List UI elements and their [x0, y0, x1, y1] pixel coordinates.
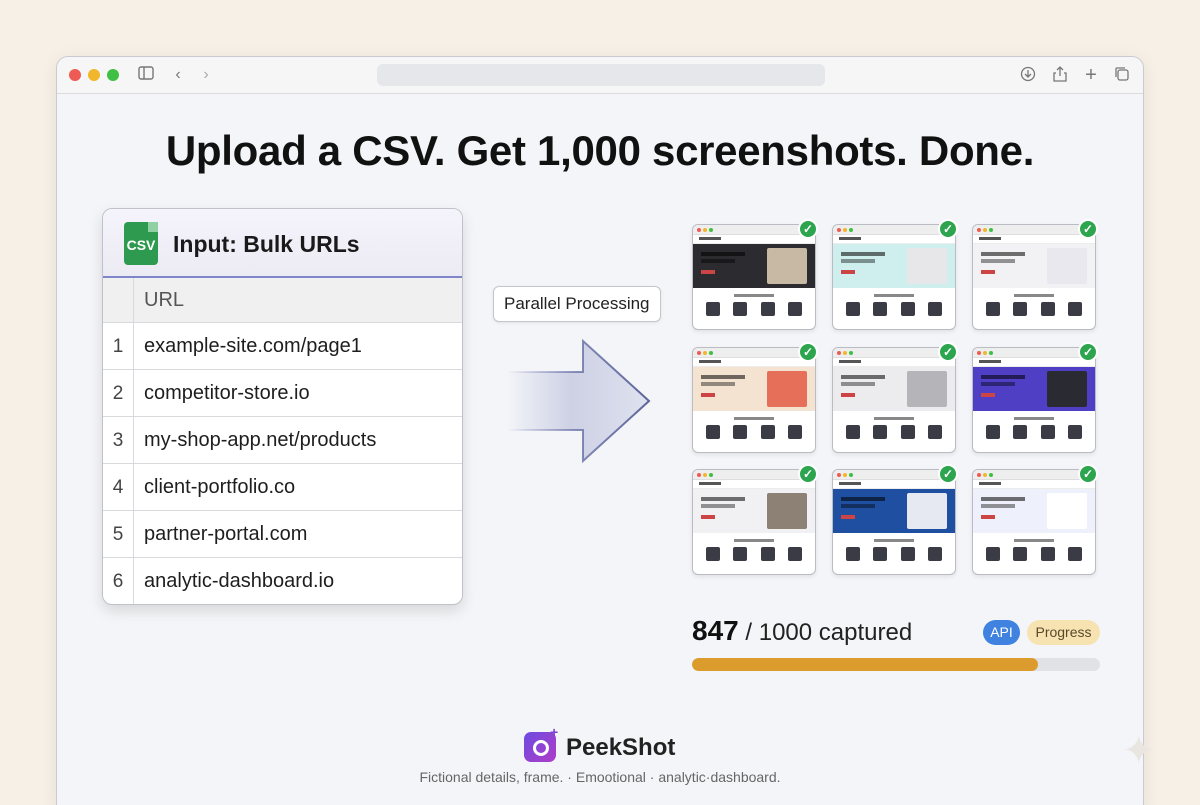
new-tab-icon[interactable]: +: [1082, 65, 1100, 85]
table-row[interactable]: 2 competitor-store.io: [103, 370, 462, 417]
screenshot-thumbnail[interactable]: [832, 224, 956, 330]
check-icon: ✓: [938, 464, 958, 484]
progress-bar-fill: [692, 658, 1038, 671]
input-csv-card: CSV Input: Bulk URLs URL 1 example-site.…: [102, 208, 463, 605]
capture-counter: 847 / 1000 captured: [692, 615, 912, 647]
check-icon: ✓: [938, 219, 958, 239]
table-row[interactable]: 5 partner-portal.com: [103, 511, 462, 558]
row-number: 3: [103, 417, 134, 463]
card-title: Input: Bulk URLs: [173, 231, 360, 257]
screenshot-thumbnail[interactable]: [832, 469, 956, 575]
table-header-row: URL: [103, 278, 462, 323]
check-icon: ✓: [1078, 342, 1098, 362]
card-header: CSV Input: Bulk URLs: [103, 209, 462, 278]
screenshot-thumbnail[interactable]: [832, 347, 956, 453]
check-icon: ✓: [1078, 219, 1098, 239]
csv-file-icon: CSV: [124, 222, 158, 265]
table-row[interactable]: 6 analytic-dashboard.io: [103, 558, 462, 604]
sidebar-icon[interactable]: [137, 66, 155, 84]
table-row[interactable]: 4 client-portfolio.co: [103, 464, 462, 511]
check-icon: ✓: [798, 464, 818, 484]
screenshot-thumbnail[interactable]: [692, 347, 816, 453]
forward-icon[interactable]: ›: [197, 66, 215, 84]
row-number: 1: [103, 323, 134, 369]
url-cell: analytic-dashboard.io: [144, 570, 335, 592]
screenshot-thumbnail[interactable]: [972, 347, 1096, 453]
row-number: 2: [103, 370, 134, 416]
download-icon[interactable]: [1019, 66, 1037, 84]
captured-total-text: / 1000 captured: [745, 619, 913, 646]
check-icon: ✓: [1078, 464, 1098, 484]
brand-name: PeekShot: [566, 734, 676, 761]
url-cell: partner-portal.com: [144, 523, 308, 545]
browser-window: ‹ › + Upload a CSV. Get 1,000 screenshot…: [56, 56, 1144, 805]
footer-caption: Fictional details, frame. · Emootional ·…: [419, 769, 781, 785]
close-window-button[interactable]: [69, 69, 81, 81]
url-cell: client-portfolio.co: [144, 476, 296, 498]
screenshot-thumbnail[interactable]: [692, 469, 816, 575]
screenshot-thumbnail[interactable]: [972, 469, 1096, 575]
row-number: 6: [103, 558, 134, 604]
check-icon: ✓: [938, 342, 958, 362]
parallel-processing-label: Parallel Processing: [493, 286, 661, 322]
progress-bar: [692, 658, 1100, 671]
process-arrow-icon: [507, 339, 651, 464]
row-number: 5: [103, 511, 134, 557]
url-cell: my-shop-app.net/products: [144, 429, 377, 451]
maximize-window-button[interactable]: [107, 69, 119, 81]
progress-badge: Progress: [1027, 620, 1100, 645]
back-icon[interactable]: ‹: [169, 66, 187, 84]
address-bar[interactable]: [377, 64, 825, 86]
browser-toolbar: ‹ › +: [57, 57, 1143, 94]
share-icon[interactable]: [1051, 66, 1069, 84]
screenshot-thumbnail[interactable]: [692, 224, 816, 330]
row-number: 4: [103, 464, 134, 510]
screenshot-thumbnail[interactable]: [972, 224, 1096, 330]
sparkle-icon: ✦: [1122, 729, 1156, 773]
captured-count: 847: [692, 615, 739, 646]
url-cell: example-site.com/page1: [144, 335, 362, 357]
plus-icon: +: [550, 724, 559, 740]
page-headline: Upload a CSV. Get 1,000 screenshots. Don…: [165, 127, 1035, 174]
csv-icon-label: CSV: [126, 237, 156, 253]
row-number-header: [103, 278, 134, 322]
minimize-window-button[interactable]: [88, 69, 100, 81]
check-icon: ✓: [798, 342, 818, 362]
url-cell: competitor-store.io: [144, 382, 310, 404]
table-row[interactable]: 3 my-shop-app.net/products: [103, 417, 462, 464]
table-row[interactable]: 1 example-site.com/page1: [103, 323, 462, 370]
tabs-overview-icon[interactable]: [1113, 66, 1131, 84]
check-icon: ✓: [798, 219, 818, 239]
api-badge: API: [983, 620, 1020, 645]
column-header-url: URL: [144, 289, 185, 311]
